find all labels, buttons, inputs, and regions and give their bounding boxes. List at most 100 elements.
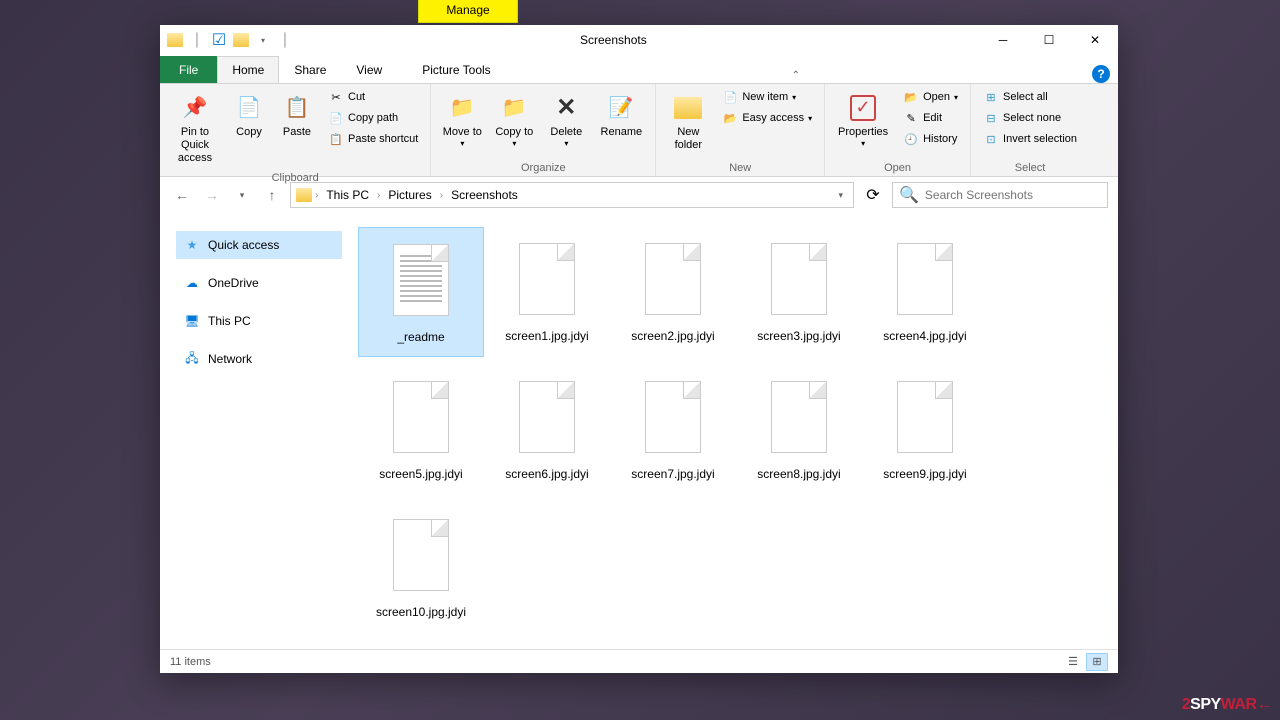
copy-path-icon: 📄 [328, 110, 344, 126]
search-box[interactable]: 🔍 [892, 182, 1108, 208]
file-item[interactable]: screen9.jpg.jdyi [862, 365, 988, 495]
group-new-label: New [664, 160, 816, 174]
folder-qat-icon[interactable] [232, 31, 250, 49]
blank-file-icon [511, 233, 583, 325]
icons-view-button[interactable]: ⊞ [1086, 653, 1108, 671]
history-button[interactable]: 🕘History [899, 130, 962, 148]
crumb-this-pc[interactable]: This PC [320, 186, 375, 204]
file-item[interactable]: screen2.jpg.jdyi [610, 227, 736, 357]
group-organize: 📁 Move to ▾ 📁 Copy to ▾ ✕ Delete ▾ 📝 Ren… [431, 84, 656, 176]
open-button[interactable]: 📂Open ▾ [899, 88, 962, 106]
crumb-pictures[interactable]: Pictures [382, 186, 437, 204]
paste-icon: 📋 [281, 92, 313, 124]
minimize-button[interactable]: ─ [980, 25, 1026, 55]
blank-file-icon [889, 233, 961, 325]
search-input[interactable] [925, 188, 1101, 202]
paste-button[interactable]: 📋 Paste [276, 88, 318, 143]
properties-button[interactable]: ✓ Properties ▾ [833, 88, 893, 153]
chevron-right-icon[interactable]: › [315, 190, 318, 201]
copy-path-button[interactable]: 📄Copy path [324, 109, 422, 127]
address-dropdown-icon[interactable]: ▾ [832, 190, 849, 201]
maximize-button[interactable]: ☐ [1026, 25, 1072, 55]
titlebar: | ☑ ▾ | Manage Screenshots ─ ☐ ✕ [160, 25, 1118, 55]
select-all-button[interactable]: ⊞Select all [979, 88, 1081, 106]
delete-button[interactable]: ✕ Delete ▾ [543, 88, 589, 153]
paste-shortcut-button[interactable]: 📋Paste shortcut [324, 130, 422, 148]
pin-icon: 📌 [179, 92, 211, 124]
chevron-down-icon: ▾ [564, 139, 568, 149]
edit-button[interactable]: ✎Edit [899, 109, 962, 127]
new-folder-button[interactable]: New folder [664, 88, 712, 156]
blank-file-icon [385, 371, 457, 463]
collapse-ribbon-icon[interactable]: ⌃ [788, 67, 804, 83]
help-icon[interactable]: ? [1092, 65, 1110, 83]
easy-access-button[interactable]: 📂Easy access ▾ [718, 109, 816, 127]
chevron-down-icon: ▾ [861, 139, 865, 149]
context-tab-header: Manage [418, 0, 518, 23]
up-button[interactable]: ↑ [260, 183, 284, 207]
file-item[interactable]: _readme [358, 227, 484, 357]
new-item-button[interactable]: 📄New item ▾ [718, 88, 816, 106]
file-item[interactable]: screen4.jpg.jdyi [862, 227, 988, 357]
chevron-right-icon[interactable]: › [377, 190, 380, 201]
tab-picture-tools[interactable]: Picture Tools [407, 56, 505, 83]
close-button[interactable]: ✕ [1072, 25, 1118, 55]
qat-separator-2: | [276, 31, 294, 49]
chevron-down-icon: ▾ [808, 114, 812, 123]
copy-to-icon: 📁 [498, 92, 530, 124]
new-item-icon: 📄 [722, 89, 738, 105]
properties-qat-icon[interactable]: ☑ [210, 31, 228, 49]
file-list: _readmescreen1.jpg.jdyiscreen2.jpg.jdyis… [350, 213, 1118, 649]
chevron-down-icon: ▾ [954, 93, 958, 102]
refresh-button[interactable]: ⟳ [860, 182, 886, 208]
file-item[interactable]: screen3.jpg.jdyi [736, 227, 862, 357]
chevron-right-icon[interactable]: › [440, 190, 443, 201]
crumb-screenshots[interactable]: Screenshots [445, 186, 524, 204]
cut-button[interactable]: ✂Cut [324, 88, 422, 106]
tab-home[interactable]: Home [217, 56, 279, 83]
chevron-down-icon: ▾ [512, 139, 516, 149]
details-view-button[interactable]: ☰ [1062, 653, 1084, 671]
recent-locations-button[interactable]: ▾ [230, 183, 254, 207]
qat-dropdown-icon[interactable]: ▾ [254, 31, 272, 49]
file-label: screen1.jpg.jdyi [505, 329, 588, 343]
blank-file-icon [637, 371, 709, 463]
copy-icon: 📄 [233, 92, 265, 124]
move-to-button[interactable]: 📁 Move to ▾ [439, 88, 485, 153]
rename-button[interactable]: 📝 Rename [595, 88, 647, 143]
cloud-icon: ☁ [184, 275, 200, 291]
address-bar[interactable]: › This PC › Pictures › Screenshots ▾ [290, 182, 854, 208]
group-organize-label: Organize [439, 160, 647, 174]
blank-file-icon [889, 371, 961, 463]
item-count: 11 items [170, 656, 211, 668]
file-label: screen7.jpg.jdyi [631, 467, 714, 481]
forward-button[interactable]: → [200, 183, 224, 207]
file-item[interactable]: screen7.jpg.jdyi [610, 365, 736, 495]
invert-selection-button[interactable]: ⊡Invert selection [979, 130, 1081, 148]
properties-icon: ✓ [847, 92, 879, 124]
tab-view[interactable]: View [341, 56, 397, 83]
pin-label: Pin to Quick access [170, 126, 220, 166]
nav-this-pc[interactable]: 🖥 This PC [176, 307, 342, 335]
quick-access-toolbar: | ☑ ▾ | [160, 31, 300, 49]
file-item[interactable]: screen1.jpg.jdyi [484, 227, 610, 357]
delete-label: Delete [550, 126, 582, 139]
nav-onedrive[interactable]: ☁ OneDrive [176, 269, 342, 297]
file-item[interactable]: screen6.jpg.jdyi [484, 365, 610, 495]
select-none-icon: ⊟ [983, 110, 999, 126]
file-item[interactable]: screen5.jpg.jdyi [358, 365, 484, 495]
select-none-button[interactable]: ⊟Select none [979, 109, 1081, 127]
rename-icon: 📝 [605, 92, 637, 124]
copy-to-button[interactable]: 📁 Copy to ▾ [491, 88, 537, 153]
copy-button[interactable]: 📄 Copy [228, 88, 270, 143]
tab-share[interactable]: Share [279, 56, 341, 83]
open-icon: 📂 [903, 89, 919, 105]
pin-quick-access-button[interactable]: 📌 Pin to Quick access [168, 88, 222, 170]
file-item[interactable]: screen8.jpg.jdyi [736, 365, 862, 495]
tab-file[interactable]: File [160, 56, 217, 83]
file-label: screen10.jpg.jdyi [376, 605, 466, 619]
nav-network[interactable]: 🖧 Network [176, 345, 342, 373]
back-button[interactable]: ← [170, 183, 194, 207]
nav-quick-access[interactable]: ★ Quick access [176, 231, 342, 259]
file-item[interactable]: screen10.jpg.jdyi [358, 503, 484, 633]
